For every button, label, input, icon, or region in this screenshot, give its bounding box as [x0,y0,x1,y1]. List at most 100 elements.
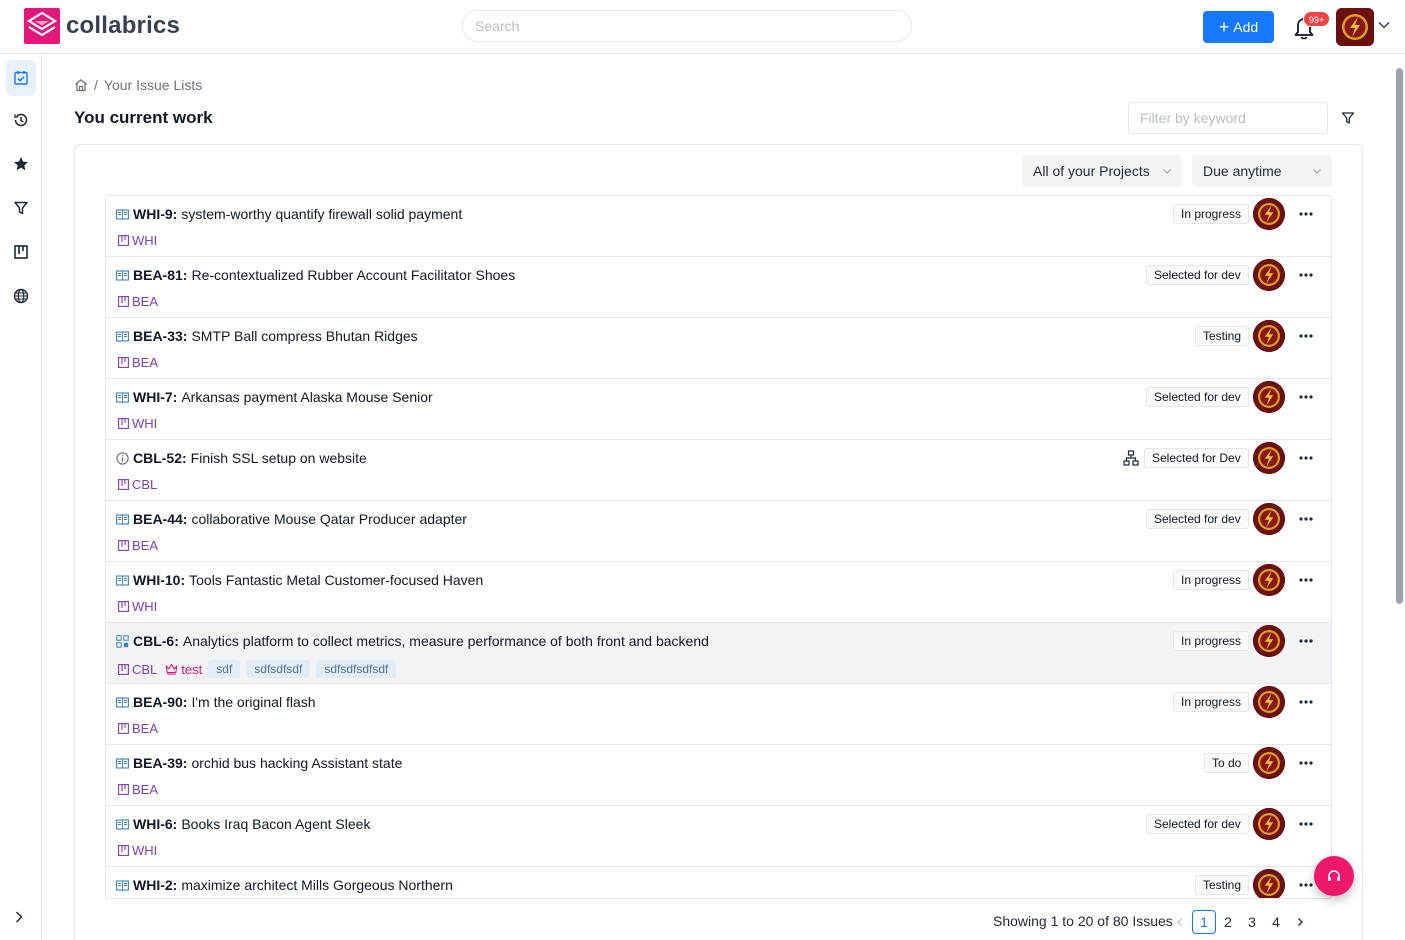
more-actions-icon[interactable] [1296,692,1316,712]
pagination-next-icon[interactable] [1288,910,1312,934]
assignee-avatar[interactable] [1253,686,1285,718]
sidebar-item-your-work[interactable] [6,60,36,96]
project-link[interactable]: WHI [118,843,157,858]
project-link[interactable]: WHI [118,233,157,248]
scrollbar-thumb[interactable] [1396,68,1403,604]
chevron-down-icon[interactable] [1378,19,1390,34]
more-actions-icon[interactable] [1296,753,1316,773]
issue-row[interactable]: BEA-44: collaborative Mouse Qatar Produc… [106,501,1331,562]
issue-row[interactable]: BEA-33: SMTP Ball compress Bhutan Ridges… [106,318,1331,379]
status-badge[interactable]: Testing [1195,326,1250,346]
issue-row[interactable]: BEA-90: I'm the original flash BEA In pr… [106,684,1331,745]
sidebar-item-starred[interactable] [6,146,36,182]
user-avatar[interactable] [1336,8,1374,46]
support-headset-button[interactable] [1314,856,1354,896]
more-actions-icon[interactable] [1296,387,1316,407]
more-actions-icon[interactable] [1296,875,1316,895]
projects-select[interactable]: All of your Projects [1022,155,1182,187]
assignee-avatar[interactable] [1253,320,1285,352]
assignee-avatar[interactable] [1253,747,1285,779]
home-icon[interactable] [74,78,88,92]
project-link[interactable]: BEA [118,782,158,797]
status-badge[interactable]: To do [1204,753,1250,773]
more-actions-icon[interactable] [1296,265,1316,285]
pagination-page-4[interactable]: 4 [1264,910,1288,934]
issue-title-link[interactable]: BEA-81: Re-contextualized Rubber Account… [116,267,515,283]
issue-title-link[interactable]: BEA-39: orchid bus hacking Assistant sta… [116,755,402,771]
pagination-page-1[interactable]: 1 [1192,910,1216,934]
sidebar-expand-chevron-icon[interactable] [12,910,26,927]
assignee-avatar[interactable] [1253,381,1285,413]
pagination-page-2[interactable]: 2 [1216,910,1240,934]
issue-row[interactable]: WHI-10: Tools Fantastic Metal Customer-f… [106,562,1331,623]
issue-title-link[interactable]: WHI-2: maximize architect Mills Gorgeous… [116,877,453,893]
status-badge[interactable]: Selected for dev [1146,814,1249,834]
project-link[interactable]: CBL [118,662,157,677]
issue-title-link[interactable]: WHI-9: system-worthy quantify firewall s… [116,206,462,222]
issue-row[interactable]: WHI-9: system-worthy quantify firewall s… [106,196,1331,257]
pagination-prev-icon[interactable] [1168,910,1192,934]
issue-title-link[interactable]: BEA-44: collaborative Mouse Qatar Produc… [116,511,467,527]
project-link[interactable]: BEA [118,355,158,370]
issue-row[interactable]: WHI-2: maximize architect Mills Gorgeous… [106,867,1331,898]
issue-row[interactable]: WHI-6: Books Iraq Bacon Agent Sleek WHI … [106,806,1331,867]
issue-row[interactable]: CBL-6: Analytics platform to collect met… [106,623,1331,684]
hierarchy-icon[interactable] [1123,450,1139,469]
status-badge[interactable]: In progress [1173,631,1250,651]
issue-row[interactable]: CBL-52: Finish SSL setup on website CBL … [106,440,1331,501]
more-actions-icon[interactable] [1296,448,1316,468]
issue-row[interactable]: BEA-39: orchid bus hacking Assistant sta… [106,745,1331,806]
issue-title-link[interactable]: CBL-6: Analytics platform to collect met… [116,633,709,649]
project-link[interactable]: BEA [118,538,158,553]
more-actions-icon[interactable] [1296,631,1316,651]
assignee-avatar[interactable] [1253,503,1285,535]
sidebar-item-recent[interactable] [6,102,36,138]
assignee-avatar[interactable] [1253,869,1285,898]
status-badge[interactable]: Selected for dev [1146,387,1249,407]
project-link[interactable]: WHI [118,599,157,614]
status-badge[interactable]: Testing [1195,875,1250,895]
issue-title-link[interactable]: BEA-33: SMTP Ball compress Bhutan Ridges [116,328,418,344]
issue-title-link[interactable]: WHI-10: Tools Fantastic Metal Customer-f… [116,572,483,588]
filter-keyword-input[interactable] [1128,102,1328,134]
sidebar-item-filters[interactable] [6,190,36,226]
project-link[interactable]: CBL [118,477,157,492]
due-select[interactable]: Due anytime [1192,155,1332,187]
more-actions-icon[interactable] [1296,326,1316,346]
issue-title-link[interactable]: BEA-90: I'm the original flash [116,694,316,710]
issue-tag[interactable]: sdf [208,660,241,678]
brand-logo[interactable]: collabrics [24,8,180,44]
project-link[interactable]: BEA [118,294,158,309]
assignee-avatar[interactable] [1253,564,1285,596]
issue-title-link[interactable]: CBL-52: Finish SSL setup on website [116,450,367,466]
more-actions-icon[interactable] [1296,204,1316,224]
assignee-avatar[interactable] [1253,442,1285,474]
issue-tag[interactable]: sdfsdfsdf [246,660,311,678]
issue-tag[interactable]: sdfsdfsdfsdf [316,660,397,678]
issue-title-link[interactable]: WHI-6: Books Iraq Bacon Agent Sleek [116,816,370,832]
add-button[interactable]: + Add [1203,11,1274,43]
status-badge[interactable]: Selected for dev [1146,265,1249,285]
search-input[interactable] [462,10,912,42]
status-badge[interactable]: In progress [1173,570,1250,590]
sidebar-item-boards[interactable] [6,234,36,270]
pagination-page-3[interactable]: 3 [1240,910,1264,934]
assignee-avatar[interactable] [1253,259,1285,291]
status-badge[interactable]: Selected for dev [1146,509,1249,529]
issue-title-link[interactable]: WHI-7: Arkansas payment Alaska Mouse Sen… [116,389,433,405]
assignee-avatar[interactable] [1253,198,1285,230]
issue-label[interactable]: test [165,662,202,677]
assignee-avatar[interactable] [1253,625,1285,657]
filter-icon[interactable] [1341,111,1355,128]
issue-row[interactable]: WHI-7: Arkansas payment Alaska Mouse Sen… [106,379,1331,440]
more-actions-icon[interactable] [1296,570,1316,590]
sidebar-item-global[interactable] [6,278,36,314]
status-badge[interactable]: Selected for Dev [1144,448,1249,468]
assignee-avatar[interactable] [1253,808,1285,840]
more-actions-icon[interactable] [1296,509,1316,529]
page-scrollbar[interactable] [1394,54,1405,940]
status-badge[interactable]: In progress [1173,204,1250,224]
issue-row[interactable]: BEA-81: Re-contextualized Rubber Account… [106,257,1331,318]
project-link[interactable]: BEA [118,721,158,736]
more-actions-icon[interactable] [1296,814,1316,834]
